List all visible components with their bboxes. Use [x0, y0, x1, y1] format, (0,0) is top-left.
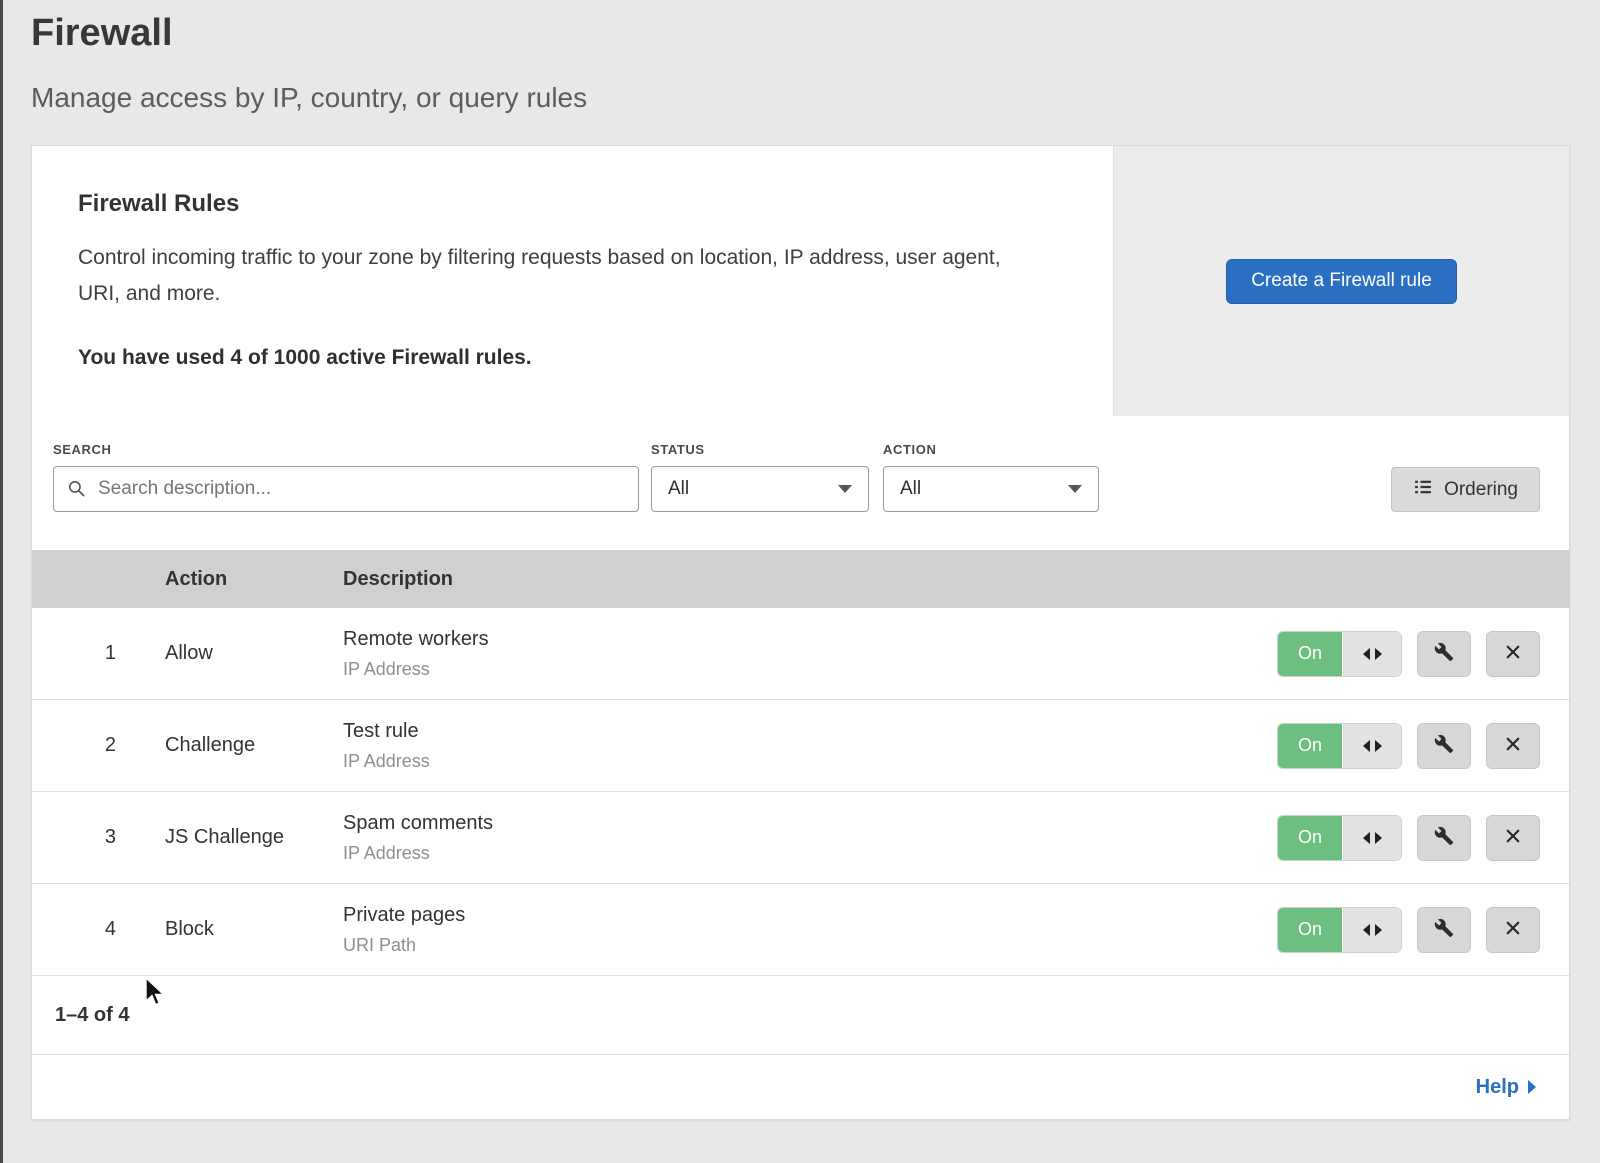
ordering-button[interactable]: Ordering [1391, 467, 1540, 512]
rule-description-cell: Private pages URI Path [343, 904, 1277, 956]
card-header: Firewall Rules Control incoming traffic … [32, 146, 1569, 416]
rule-enabled-toggle[interactable]: On [1277, 631, 1402, 677]
help-row: Help [32, 1055, 1569, 1119]
delete-rule-button[interactable] [1486, 907, 1540, 953]
toggle-state-label[interactable]: On [1278, 724, 1342, 768]
rule-description-cell: Test rule IP Address [343, 720, 1277, 772]
status-select-value: All [668, 478, 689, 500]
edit-rule-button[interactable] [1417, 631, 1471, 677]
help-link[interactable]: Help [1476, 1076, 1536, 1099]
edit-rule-button[interactable] [1417, 907, 1471, 953]
status-select[interactable]: All [651, 466, 869, 512]
table-header: Action Description [32, 550, 1569, 608]
table-row: 4 Block Private pages URI Path On [32, 884, 1569, 976]
rule-controls: On [1277, 815, 1569, 861]
rule-match-type: URI Path [343, 935, 1277, 956]
action-select-value: All [900, 478, 921, 500]
delete-rule-button[interactable] [1486, 815, 1540, 861]
toggle-arrows-icon[interactable] [1342, 632, 1401, 676]
toggle-state-label[interactable]: On [1278, 908, 1342, 952]
rule-number: 1 [32, 642, 116, 665]
rule-description-cell: Remote workers IP Address [343, 628, 1277, 680]
rule-description: Private pages [343, 904, 1277, 927]
search-label: SEARCH [53, 442, 639, 457]
table-row: 1 Allow Remote workers IP Address On [32, 608, 1569, 700]
filters-bar: SEARCH STATUS All ACTION All [32, 416, 1569, 550]
chevron-down-icon [1068, 485, 1082, 493]
rule-enabled-toggle[interactable]: On [1277, 723, 1402, 769]
help-link-label: Help [1476, 1076, 1519, 1099]
rule-controls: On [1277, 723, 1569, 769]
table-row: 2 Challenge Test rule IP Address On [32, 700, 1569, 792]
rule-match-type: IP Address [343, 843, 1277, 864]
search-icon [67, 479, 86, 503]
rule-description-cell: Spam comments IP Address [343, 812, 1277, 864]
search-wrap [53, 466, 639, 512]
close-icon [1504, 643, 1522, 664]
status-label: STATUS [651, 442, 869, 457]
search-input[interactable] [53, 466, 639, 512]
wrench-icon [1434, 826, 1454, 849]
rule-description: Spam comments [343, 812, 1277, 835]
card-header-text: Firewall Rules Control incoming traffic … [32, 146, 1113, 416]
header-description: Description [343, 568, 1569, 591]
ordering-button-label: Ordering [1444, 479, 1518, 501]
edit-rule-button[interactable] [1417, 815, 1471, 861]
rule-number: 4 [32, 918, 116, 941]
rule-description: Test rule [343, 720, 1277, 743]
toggle-arrows-icon[interactable] [1342, 816, 1401, 860]
header-action: Action [116, 568, 343, 591]
rules-usage-text: You have used 4 of 1000 active Firewall … [78, 346, 1053, 370]
action-label: ACTION [883, 442, 1099, 457]
rule-action: JS Challenge [116, 826, 343, 849]
card-heading: Firewall Rules [78, 190, 1053, 218]
arrow-right-icon [1528, 1080, 1536, 1094]
search-filter: SEARCH [53, 442, 639, 512]
firewall-page: Firewall Manage access by IP, country, o… [3, 0, 1600, 1120]
rule-controls: On [1277, 907, 1569, 953]
rule-enabled-toggle[interactable]: On [1277, 907, 1402, 953]
rule-number: 3 [32, 826, 116, 849]
rule-controls: On [1277, 631, 1569, 677]
edit-rule-button[interactable] [1417, 723, 1471, 769]
rule-match-type: IP Address [343, 751, 1277, 772]
toggle-state-label[interactable]: On [1278, 632, 1342, 676]
toggle-arrows-icon[interactable] [1342, 724, 1401, 768]
status-filter: STATUS All [639, 442, 869, 512]
toggle-state-label[interactable]: On [1278, 816, 1342, 860]
page-subtitle: Manage access by IP, country, or query r… [31, 82, 1570, 114]
rule-enabled-toggle[interactable]: On [1277, 815, 1402, 861]
pagination-summary: 1–4 of 4 [32, 976, 1569, 1055]
wrench-icon [1434, 918, 1454, 941]
delete-rule-button[interactable] [1486, 723, 1540, 769]
delete-rule-button[interactable] [1486, 631, 1540, 677]
chevron-down-icon [838, 485, 852, 493]
action-select[interactable]: All [883, 466, 1099, 512]
page-title: Firewall [31, 12, 1570, 55]
card-description: Control incoming traffic to your zone by… [78, 240, 1028, 312]
close-icon [1504, 735, 1522, 756]
wrench-icon [1434, 642, 1454, 665]
firewall-rules-card: Firewall Rules Control incoming traffic … [31, 145, 1570, 1120]
rule-number: 2 [32, 734, 116, 757]
toggle-arrows-icon[interactable] [1342, 908, 1401, 952]
card-header-action-panel: Create a Firewall rule [1113, 146, 1569, 416]
rule-match-type: IP Address [343, 659, 1277, 680]
rule-action: Allow [116, 642, 343, 665]
create-firewall-rule-button[interactable]: Create a Firewall rule [1226, 259, 1457, 304]
ordered-list-icon [1413, 477, 1433, 503]
rule-action: Challenge [116, 734, 343, 757]
rule-description: Remote workers [343, 628, 1277, 651]
table-row: 3 JS Challenge Spam comments IP Address … [32, 792, 1569, 884]
wrench-icon [1434, 734, 1454, 757]
close-icon [1504, 827, 1522, 848]
close-icon [1504, 919, 1522, 940]
rule-action: Block [116, 918, 343, 941]
action-filter: ACTION All [869, 442, 1099, 512]
